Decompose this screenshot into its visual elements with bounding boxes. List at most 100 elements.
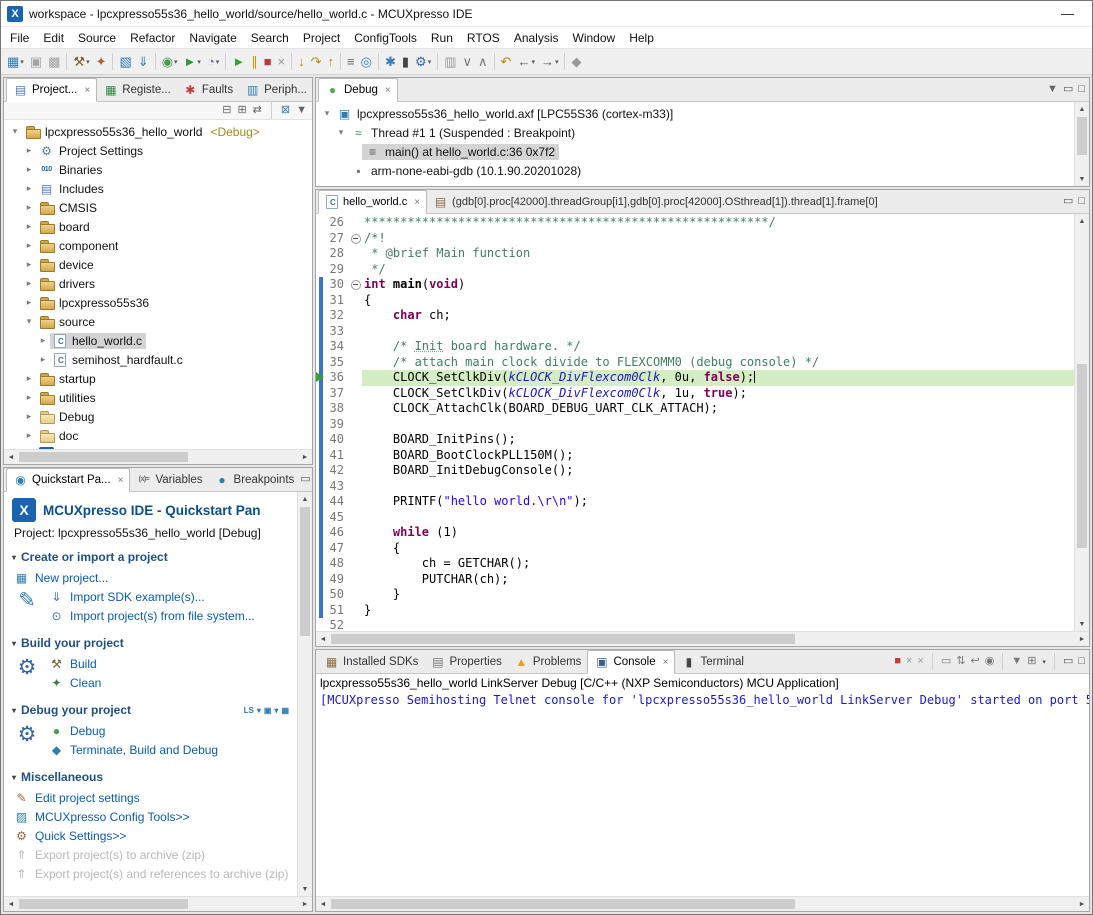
explorer-hscrollbar[interactable]: ◄► — [4, 449, 312, 464]
minimize-view-icon[interactable]: ▭ — [1063, 196, 1073, 207]
minimize-view-icon[interactable]: ▭ — [1063, 656, 1073, 667]
code-line-28[interactable]: 28 * @brief Main function — [316, 246, 1074, 262]
maximize-view-icon[interactable]: □ — [1078, 196, 1085, 207]
console-tab-terminal[interactable]: ▮Terminal — [675, 650, 749, 673]
collapse-arrow-icon[interactable]: ▾ — [334, 127, 348, 138]
project-item-lpcxpresso55s36[interactable]: ▸lpcxpresso55s36 — [4, 293, 312, 312]
menu-refactor[interactable]: Refactor — [123, 29, 182, 47]
expand-arrow-icon[interactable]: ▸ — [36, 335, 50, 346]
scroll-up-icon[interactable]: ▲ — [298, 492, 312, 506]
open-terminal-button[interactable]: ▮ — [399, 51, 412, 73]
project-item-cmsis[interactable]: ▸CMSIS — [4, 198, 312, 217]
close-tab-icon[interactable]: × — [414, 197, 420, 208]
code-line-52[interactable]: 52 — [316, 618, 1074, 631]
quickstart-link-debug[interactable]: ●Debug — [49, 721, 218, 740]
editor-tab-hello-world-c[interactable]: hello_world.c× — [318, 190, 427, 214]
project-item-doc[interactable]: ▸doc — [4, 426, 312, 445]
expand-arrow-icon[interactable]: ▸ — [22, 430, 36, 441]
scroll-thumb[interactable] — [1077, 117, 1087, 155]
scroll-down-icon[interactable]: ▼ — [1075, 172, 1089, 186]
menu-configtools[interactable]: ConfigTools — [347, 29, 424, 47]
previous-annotation-button[interactable]: ∧ — [475, 51, 491, 73]
quickstart-link-clean[interactable]: ✦Clean — [49, 673, 101, 692]
code-line-32[interactable]: 32 char ch; — [316, 308, 1074, 324]
project-item-semihost-hardfault-c[interactable]: ▸semihost_hardfault.c — [4, 350, 312, 369]
code-line-35[interactable]: 35 /* attach main clock divide to FLEXCO… — [316, 355, 1074, 371]
project-item-utilities[interactable]: ▸utilities — [4, 388, 312, 407]
quickstart-link-edit-project-settings[interactable]: ✎Edit project settings — [14, 788, 293, 807]
forward-button[interactable]: →▾ — [538, 51, 562, 73]
project-item-debug[interactable]: ▸Debug — [4, 407, 312, 426]
expand-arrow-icon[interactable]: ▸ — [22, 259, 36, 270]
pin-console-icon[interactable]: ◉ — [985, 656, 995, 667]
scroll-thumb[interactable] — [19, 899, 188, 909]
scroll-down-icon[interactable]: ▼ — [298, 882, 312, 896]
next-annotation-button[interactable]: ∨ — [460, 51, 476, 73]
step-into-button[interactable]: ↓ — [295, 51, 308, 73]
debug-item-thread-1-1-suspended-breakpoint[interactable]: ▾≈Thread #1 1 (Suspended : Breakpoint) — [316, 123, 1074, 142]
import-sdk-examples-button[interactable]: ⇓ — [135, 51, 152, 73]
code-line-46[interactable]: 46 while (1) — [316, 525, 1074, 541]
close-tab-icon[interactable]: × — [118, 475, 124, 486]
expand-arrow-icon[interactable]: ▸ — [22, 221, 36, 232]
quickstart-tab-variables[interactable]: (x)=Variables — [130, 468, 208, 491]
project-item-board[interactable]: ▸board — [4, 217, 312, 236]
menu-rtos[interactable]: RTOS — [460, 29, 507, 47]
minimize-view-icon[interactable]: ▭ — [300, 474, 310, 485]
expand-arrow-icon[interactable]: ▸ — [22, 411, 36, 422]
scroll-thumb[interactable] — [1077, 364, 1087, 547]
quickstart-link-import-project-s-from-file-system[interactable]: ⊙Import project(s) from file system... — [49, 606, 255, 625]
run-button[interactable]: ►▾ — [181, 51, 204, 73]
scroll-down-icon[interactable]: ▼ — [1075, 617, 1089, 631]
step-over-button[interactable]: ↷ — [308, 51, 325, 73]
expand-arrow-icon[interactable]: ▸ — [22, 278, 36, 289]
expand-arrow-icon[interactable]: ▸ — [22, 373, 36, 384]
code-line-36[interactable]: 36 CLOCK_SetClkDiv(kCLOCK_DivFlexcom0Clk… — [316, 370, 1074, 386]
project-item-binaries[interactable]: ▸010Binaries — [4, 160, 312, 179]
menu-navigate[interactable]: Navigate — [182, 29, 243, 47]
debug-item-main-at-hello-world-c-36-0x7f2[interactable]: ≡main() at hello_world.c:36 0x7f2 — [316, 142, 1074, 161]
quickstart-link-new-project[interactable]: ▦New project... — [14, 568, 293, 587]
quickstart-hscrollbar[interactable]: ◄► — [4, 896, 312, 911]
editor-vscrollbar[interactable]: ▲▼ — [1074, 214, 1089, 631]
expand-all-icon[interactable]: ⊞ — [237, 105, 246, 116]
section-header[interactable]: ▾Create or import a project — [12, 550, 293, 564]
code-line-40[interactable]: 40 BOARD_InitPins(); — [316, 432, 1074, 448]
expand-arrow-icon[interactable]: ▸ — [22, 202, 36, 213]
quickstart-tab-quickstart-pa[interactable]: ◉Quickstart Pa...× — [6, 468, 130, 492]
close-tab-icon[interactable]: × — [84, 85, 90, 96]
menu-source[interactable]: Source — [71, 29, 123, 47]
terminate-console-icon[interactable]: ■ — [894, 656, 901, 667]
step-return-button[interactable]: ↑ — [325, 51, 338, 73]
menu-project[interactable]: Project — [296, 29, 347, 47]
code-line-27[interactable]: 27/*! — [316, 231, 1074, 247]
quickstart-vscrollbar[interactable]: ▲▼ — [297, 492, 312, 896]
code-line-43[interactable]: 43 — [316, 479, 1074, 495]
new-c-project-button[interactable]: ▧ — [116, 51, 134, 73]
debug-item-arm-none-eabi-gdb-10-1-90-20201028[interactable]: ▪arm-none-eabi-gdb (10.1.90.20201028) — [316, 161, 1074, 180]
expand-arrow-icon[interactable]: ▸ — [22, 145, 36, 156]
focus-on-active-task-icon[interactable]: ⊠ — [281, 105, 290, 116]
project-item-drivers[interactable]: ▸drivers — [4, 274, 312, 293]
debug-item-lpcxpresso55s36-hello-world-axf-lpc55s36-cortex-m33[interactable]: ▾▣lpcxpresso55s36_hello_world.axf [LPC55… — [316, 104, 1074, 123]
scroll-up-icon[interactable]: ▲ — [1075, 102, 1089, 116]
remove-all-terminated-icon[interactable]: × — [917, 656, 923, 667]
debug-pemicro-icon[interactable]: ▦ — [281, 706, 289, 715]
link-with-editor-icon[interactable]: ⇄ — [253, 105, 262, 116]
expand-arrow-icon[interactable]: ▸ — [22, 297, 36, 308]
console-hscrollbar[interactable]: ◄► — [316, 896, 1089, 911]
console-tab-properties[interactable]: ▤Properties — [424, 650, 507, 673]
save-all-button[interactable]: ▩ — [45, 51, 63, 73]
maximize-view-icon[interactable]: □ — [1078, 656, 1085, 667]
profile-button[interactable]: ◔▾ — [204, 51, 222, 73]
scroll-lock-icon[interactable]: ⇅ — [956, 656, 965, 667]
minimize-view-icon[interactable]: ▭ — [1063, 84, 1073, 95]
scroll-left-icon[interactable]: ◄ — [4, 450, 18, 464]
code-line-33[interactable]: 33 — [316, 324, 1074, 340]
collapse-arrow-icon[interactable]: ▾ — [320, 108, 334, 119]
toggle-annotations-button[interactable]: ▥ — [441, 51, 459, 73]
quickstart-link-terminate-build-and-debug[interactable]: ◆Terminate, Build and Debug — [49, 740, 218, 759]
debug-tab-debug[interactable]: ●Debug× — [318, 78, 398, 102]
project-item-lpcxpresso55s36-hello-world[interactable]: ▾lpcxpresso55s36_hello_world<Debug> — [4, 122, 312, 141]
scroll-left-icon[interactable]: ◄ — [316, 897, 330, 911]
